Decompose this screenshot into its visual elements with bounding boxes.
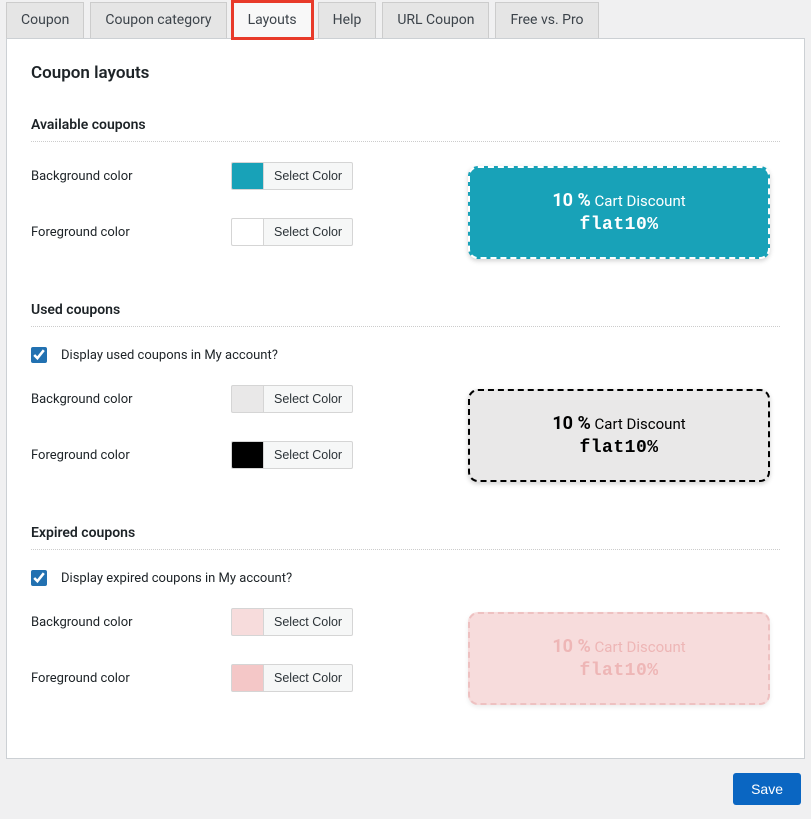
used-preview-wrap: 10 % Cart Discount flat10% (468, 385, 780, 497)
available-fg-row: Foreground color Select Color (31, 218, 428, 246)
used-bg-color-picker[interactable]: Select Color (231, 385, 353, 413)
expired-bg-select-button[interactable]: Select Color (263, 608, 353, 636)
expired-bg-row: Background color Select Color (31, 608, 428, 636)
expired-fg-color-picker[interactable]: Select Color (231, 664, 353, 692)
section-used: Used coupons Display used coupons in My … (31, 302, 780, 497)
used-display-checkbox[interactable] (31, 347, 47, 363)
available-bg-label: Background color (31, 169, 231, 184)
used-preview-code: flat10% (480, 438, 758, 458)
footer-bar: Save (0, 759, 811, 819)
expired-fg-select-button[interactable]: Select Color (263, 664, 353, 692)
available-fg-label: Foreground color (31, 225, 231, 240)
available-preview-desc: Cart Discount (595, 192, 686, 210)
expired-coupon-preview: 10 % Cart Discount flat10% (468, 612, 770, 705)
section-available: Available coupons Background color Selec… (31, 117, 780, 274)
used-preview-percent: 10 % (552, 413, 590, 434)
expired-fg-swatch (231, 664, 263, 692)
used-bg-row: Background color Select Color (31, 385, 428, 413)
save-button[interactable]: Save (733, 773, 801, 805)
expired-preview-wrap: 10 % Cart Discount flat10% (468, 608, 780, 720)
used-fg-row: Foreground color Select Color (31, 441, 428, 469)
section-heading-used: Used coupons (31, 302, 780, 327)
available-preview-percent: 10 % (552, 190, 590, 211)
expired-bg-swatch (231, 608, 263, 636)
used-coupon-preview: 10 % Cart Discount flat10% (468, 389, 770, 482)
tab-layouts[interactable]: Layouts (233, 2, 312, 38)
available-bg-select-button[interactable]: Select Color (263, 162, 353, 190)
available-fg-swatch (231, 218, 263, 246)
expired-fg-label: Foreground color (31, 671, 231, 686)
expired-preview-code: flat10% (480, 661, 758, 681)
page-title: Coupon layouts (31, 63, 780, 83)
used-bg-label: Background color (31, 392, 231, 407)
used-display-check-label: Display used coupons in My account? (61, 348, 278, 363)
available-preview-wrap: 10 % Cart Discount flat10% (468, 162, 780, 274)
layouts-panel: Coupon layouts Available coupons Backgro… (6, 38, 805, 759)
section-expired: Expired coupons Display expired coupons … (31, 525, 780, 720)
used-preview-desc: Cart Discount (595, 415, 686, 433)
tab-help[interactable]: Help (318, 2, 377, 38)
used-display-check-row: Display used coupons in My account? (31, 347, 780, 363)
expired-preview-percent: 10 % (552, 636, 590, 657)
tab-coupon[interactable]: Coupon (6, 2, 84, 38)
expired-display-check-row: Display expired coupons in My account? (31, 570, 780, 586)
expired-preview-desc: Cart Discount (595, 638, 686, 656)
used-fg-swatch (231, 441, 263, 469)
expired-display-check-label: Display expired coupons in My account? (61, 571, 292, 586)
tab-coupon-category[interactable]: Coupon category (90, 2, 226, 38)
available-fg-color-picker[interactable]: Select Color (231, 218, 353, 246)
expired-display-checkbox[interactable] (31, 570, 47, 586)
section-heading-expired: Expired coupons (31, 525, 780, 550)
available-bg-row: Background color Select Color (31, 162, 428, 190)
available-bg-color-picker[interactable]: Select Color (231, 162, 353, 190)
available-fg-select-button[interactable]: Select Color (263, 218, 353, 246)
expired-fg-row: Foreground color Select Color (31, 664, 428, 692)
tab-free-vs-pro[interactable]: Free vs. Pro (495, 2, 598, 38)
expired-bg-color-picker[interactable]: Select Color (231, 608, 353, 636)
used-bg-select-button[interactable]: Select Color (263, 385, 353, 413)
available-coupon-preview: 10 % Cart Discount flat10% (468, 166, 770, 259)
tab-url-coupon[interactable]: URL Coupon (382, 2, 489, 38)
admin-tabs: Coupon Coupon category Layouts Help URL … (0, 0, 811, 38)
used-bg-swatch (231, 385, 263, 413)
available-bg-swatch (231, 162, 263, 190)
used-fg-color-picker[interactable]: Select Color (231, 441, 353, 469)
available-preview-code: flat10% (480, 215, 758, 235)
used-fg-label: Foreground color (31, 448, 231, 463)
section-heading-available: Available coupons (31, 117, 780, 142)
used-fg-select-button[interactable]: Select Color (263, 441, 353, 469)
expired-bg-label: Background color (31, 615, 231, 630)
